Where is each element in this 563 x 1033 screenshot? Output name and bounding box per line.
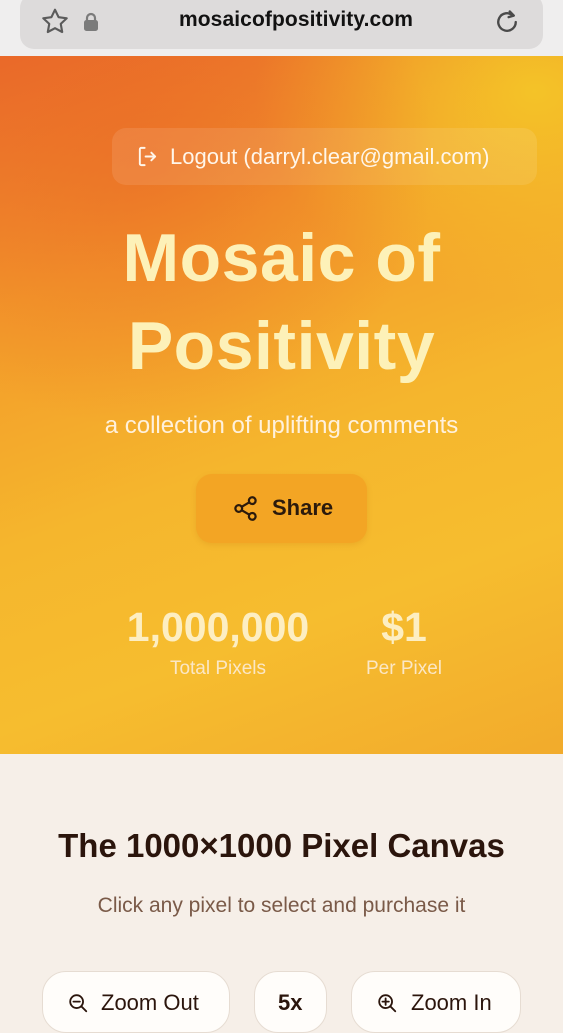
zoom-in-icon <box>378 994 397 1013</box>
logout-label: Logout (darryl.clear@gmail.com) <box>170 144 490 169</box>
title-line-1: Mosaic of <box>122 220 441 296</box>
zoom-in-button[interactable]: Zoom In <box>351 971 521 1033</box>
zoom-out-label: Zoom Out <box>101 990 199 1015</box>
stat-price-label: Per Pixel <box>365 658 443 679</box>
zoom-level-label: 5x <box>278 990 303 1015</box>
share-label: Share <box>272 495 334 520</box>
canvas-title: The 1000×1000 Pixel Canvas <box>58 827 505 864</box>
title-line-2: Positivity <box>127 308 436 384</box>
browser-toolbar: mosaicofpositivity.com <box>0 0 563 56</box>
share-icon <box>234 496 257 521</box>
address-bar[interactable]: mosaicofpositivity.com <box>20 0 543 49</box>
share-button[interactable]: Share <box>196 474 367 543</box>
reload-icon[interactable] <box>492 6 522 38</box>
logout-icon <box>138 146 157 167</box>
lock-icon <box>84 12 98 31</box>
stat-total-pixels-value: 1,000,000 <box>126 604 310 650</box>
zoom-level-button[interactable]: 5x <box>254 971 327 1033</box>
logout-button[interactable]: Logout (darryl.clear@gmail.com) <box>112 128 537 185</box>
star-icon[interactable] <box>39 6 71 38</box>
stat-price-value: $1 <box>381 604 427 650</box>
page-subtitle: a collection of uplifting comments <box>104 412 459 439</box>
zoom-in-label: Zoom In <box>411 990 492 1015</box>
zoom-out-icon <box>69 994 88 1013</box>
url-text: mosaicofpositivity.com <box>178 8 414 31</box>
zoom-out-button[interactable]: Zoom Out <box>42 971 230 1033</box>
canvas-subtitle: Click any pixel to select and purchase i… <box>97 894 466 917</box>
page-title: Mosaic of Positivity <box>0 214 563 390</box>
stat-total-pixels-label: Total Pixels <box>169 658 267 679</box>
